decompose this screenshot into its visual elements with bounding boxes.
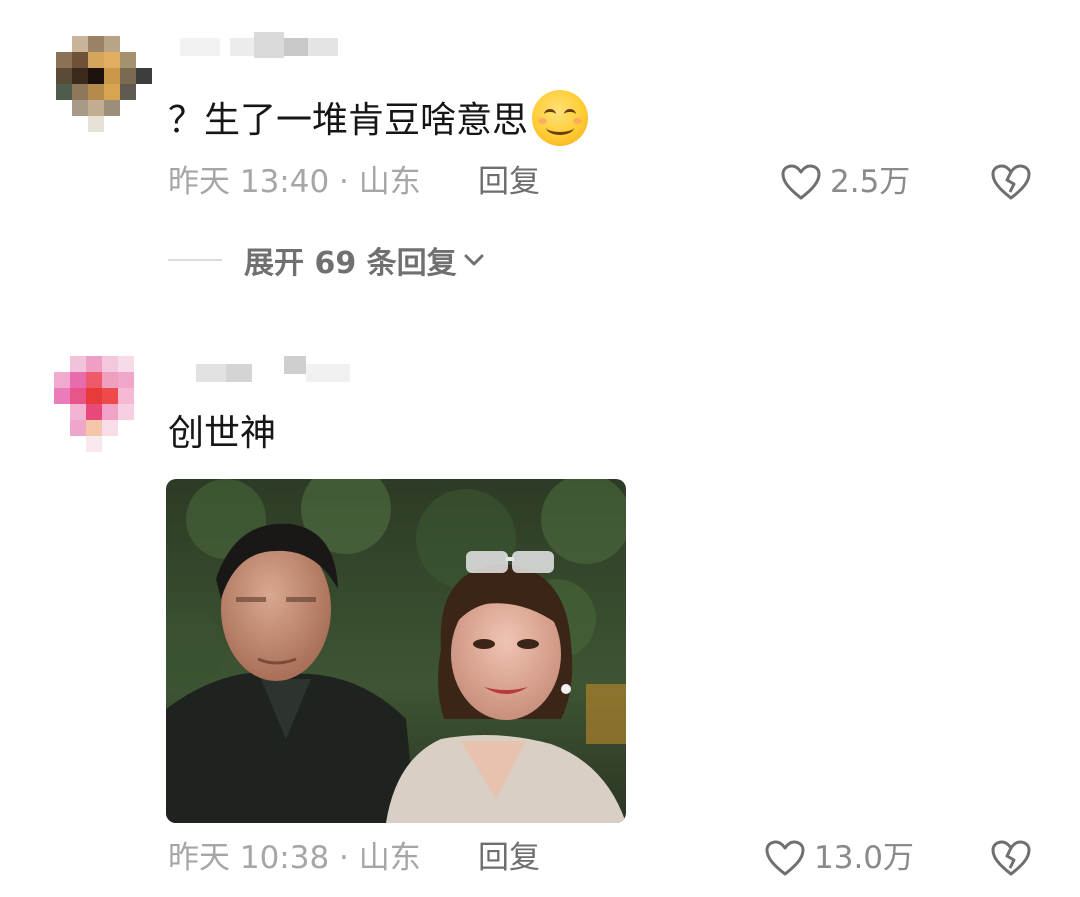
heart-outline-icon [765, 840, 805, 876]
avatar[interactable] [56, 36, 152, 132]
comment-image[interactable] [166, 479, 626, 823]
dislike-button[interactable] [990, 162, 1032, 206]
broken-heart-icon [991, 164, 1031, 200]
dislike-button[interactable] [990, 838, 1032, 882]
avatar[interactable] [54, 356, 150, 452]
divider-line [168, 259, 222, 261]
expand-replies-button[interactable]: 展开 69 条回复 [168, 238, 485, 282]
username-blurred[interactable] [180, 356, 360, 390]
reply-button[interactable]: 回复 [478, 838, 540, 878]
comment-text: ？生了一堆肯豆啥意思 [168, 90, 589, 150]
like-button[interactable]: 2.5万 [780, 162, 910, 202]
comment-meta: 昨天 10:38 · 山东 [168, 840, 421, 876]
like-button[interactable]: 13.0万 [764, 838, 914, 878]
reply-button[interactable]: 回复 [478, 162, 540, 202]
broken-heart-icon [991, 840, 1031, 876]
smiling-face-emoji [532, 90, 589, 146]
like-count: 2.5万 [830, 164, 911, 200]
comment-meta: 昨天 13:40 · 山东 [168, 164, 421, 200]
like-count: 13.0万 [814, 840, 915, 876]
comment-text: 创世神 [168, 413, 277, 454]
chevron-down-icon [464, 254, 484, 266]
comment-text-content: ？生了一堆肯豆啥意思 [168, 100, 529, 141]
username-blurred[interactable] [170, 30, 350, 64]
expand-replies-label: 展开 69 条回复 [244, 246, 457, 281]
heart-outline-icon [781, 164, 821, 200]
